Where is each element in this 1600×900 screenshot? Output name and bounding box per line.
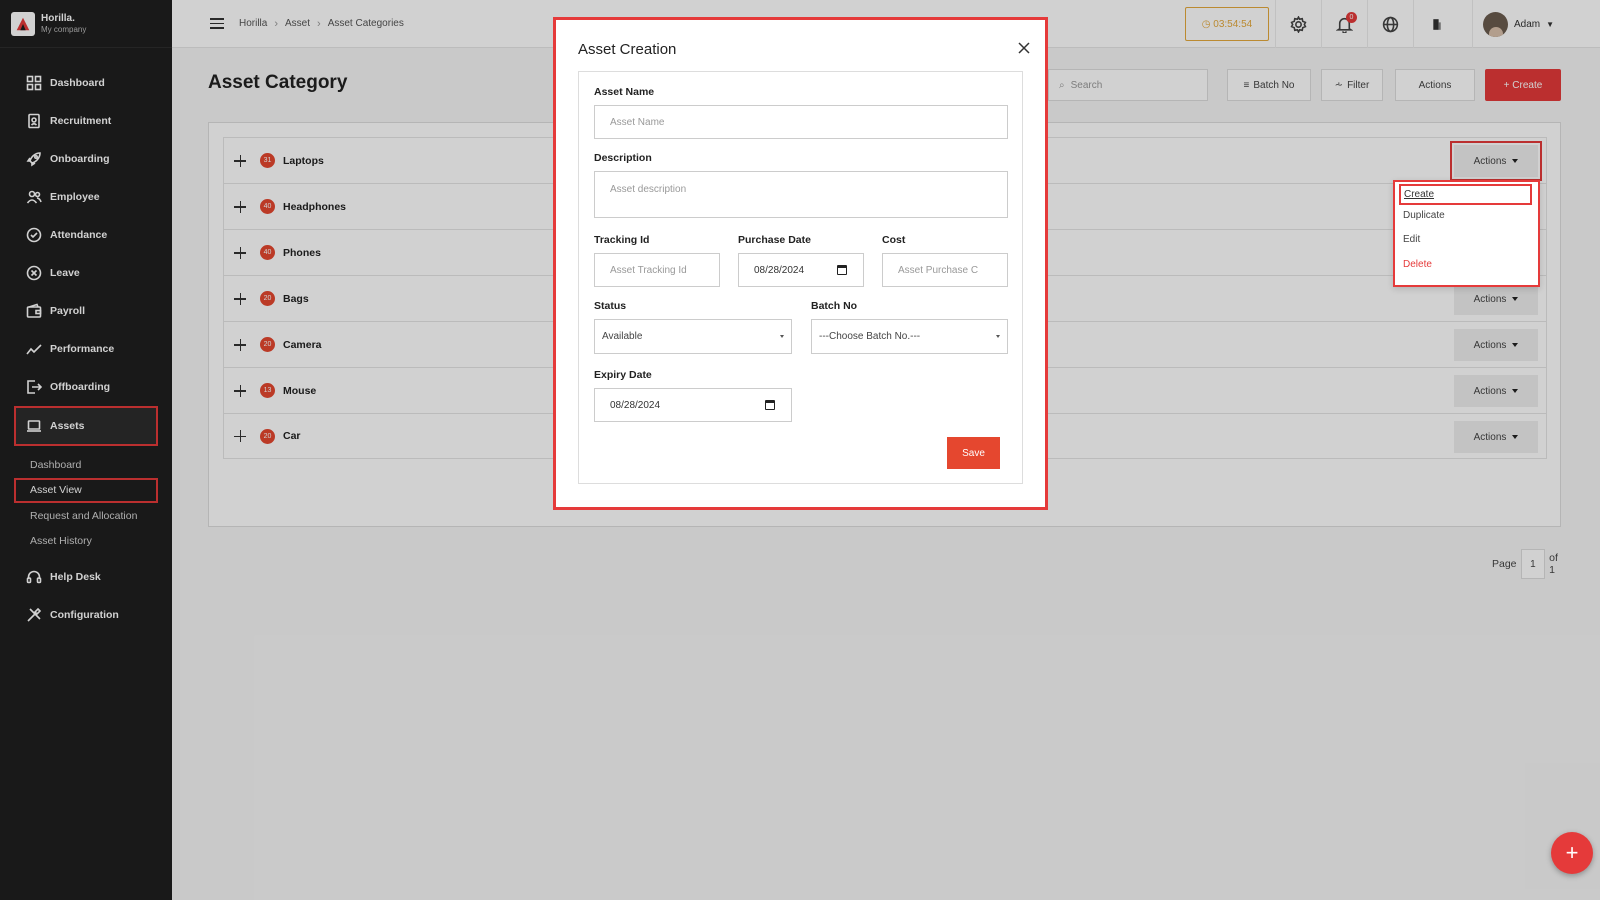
plus-icon: + <box>1565 840 1579 865</box>
dropdown-create[interactable]: Create <box>1399 184 1532 205</box>
status-select[interactable]: Available <box>594 319 792 354</box>
purchase-date-input[interactable]: 08/28/2024 <box>738 253 864 287</box>
calendar-icon[interactable] <box>765 400 775 410</box>
asset-creation-modal: Asset Creation Asset Name Asset Name Des… <box>553 17 1048 510</box>
floating-add-button[interactable]: + <box>1551 832 1593 874</box>
cost-input[interactable]: Asset Purchase C <box>882 253 1008 287</box>
tracking-id-placeholder: Asset Tracking Id <box>610 264 687 276</box>
status-label: Status <box>594 300 627 312</box>
batch-no-label: Batch No <box>811 300 858 312</box>
status-value: Available <box>602 331 643 342</box>
expiry-date-label: Expiry Date <box>594 369 652 381</box>
asset-form: Asset Name Asset Name Description Asset … <box>578 71 1023 484</box>
calendar-icon[interactable] <box>837 265 847 275</box>
modal-title: Asset Creation <box>578 41 677 58</box>
select-arrow-icon <box>780 335 784 338</box>
close-icon[interactable] <box>1017 41 1031 55</box>
expiry-date-input[interactable]: 08/28/2024 <box>594 388 792 422</box>
description-placeholder: Asset description <box>610 184 687 195</box>
description-label: Description <box>594 152 652 164</box>
dropdown-duplicate[interactable]: Duplicate <box>1395 203 1538 228</box>
asset-name-input[interactable]: Asset Name <box>594 105 1008 139</box>
dropdown-edit[interactable]: Edit <box>1395 228 1538 253</box>
cost-label: Cost <box>882 234 906 246</box>
description-textarea[interactable]: Asset description <box>594 171 1008 218</box>
select-arrow-icon <box>996 335 1000 338</box>
dropdown-delete[interactable]: Delete <box>1395 252 1538 277</box>
batch-no-value: ---Choose Batch No.--- <box>819 331 921 342</box>
expiry-date-value: 08/28/2024 <box>610 399 661 411</box>
tracking-id-input[interactable]: Asset Tracking Id <box>594 253 720 287</box>
batch-no-select[interactable]: ---Choose Batch No.--- <box>811 319 1008 354</box>
save-button[interactable]: Save <box>947 437 1000 469</box>
purchase-date-label: Purchase Date <box>738 234 811 246</box>
purchase-date-value: 08/28/2024 <box>754 264 805 276</box>
tracking-id-label: Tracking Id <box>594 234 650 246</box>
cost-placeholder: Asset Purchase C <box>898 264 979 276</box>
row-actions-dropdown: Create Duplicate Edit Delete <box>1393 180 1540 287</box>
asset-name-placeholder: Asset Name <box>610 116 665 128</box>
asset-name-label: Asset Name <box>594 86 655 98</box>
